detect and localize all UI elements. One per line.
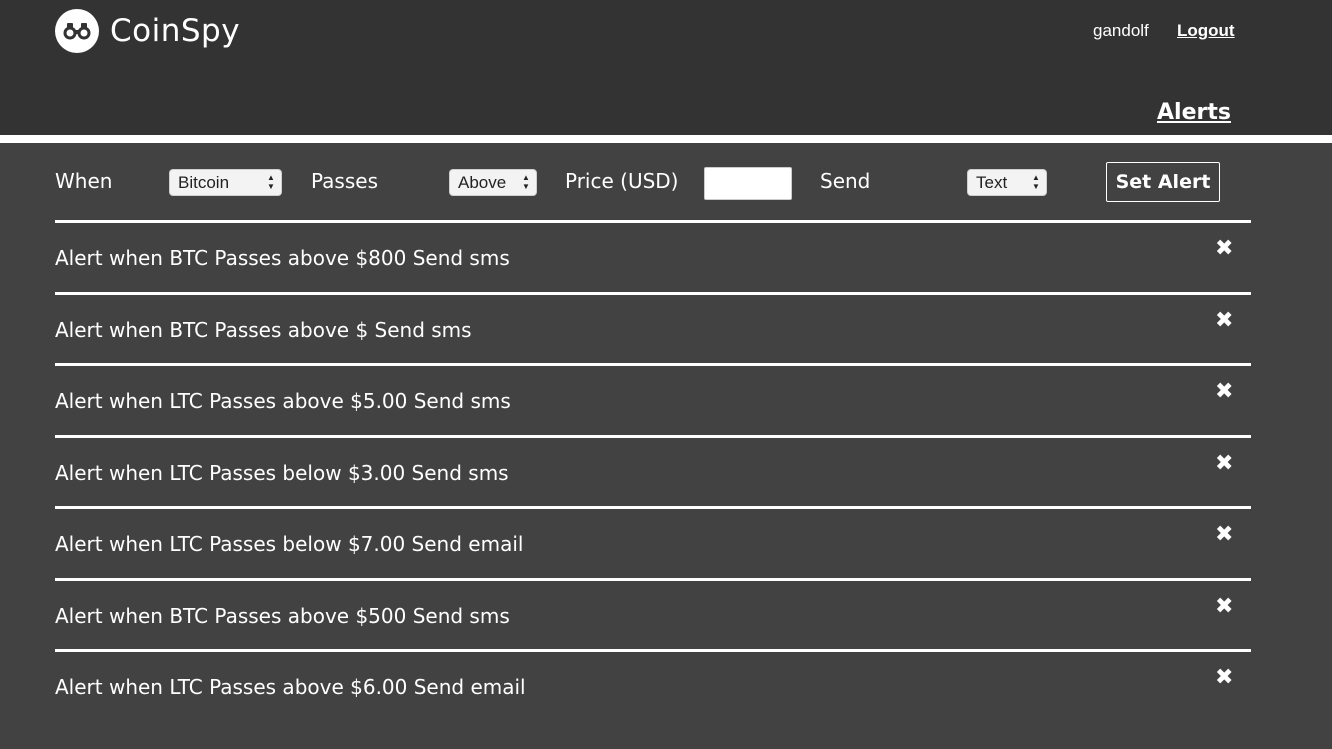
- top-header: CoinSpy gandolf Logout Alerts: [0, 0, 1332, 135]
- set-alert-button[interactable]: Set Alert: [1106, 162, 1220, 202]
- coin-select-value: Bitcoin: [178, 173, 230, 192]
- brand-logo[interactable]: CoinSpy: [55, 8, 240, 54]
- username-label: gandolf: [1093, 21, 1149, 40]
- alert-item: Alert when LTC Passes above $5.00 Send s…: [55, 363, 1251, 435]
- price-label: Price (USD): [565, 169, 679, 193]
- delete-alert-icon[interactable]: ✖: [1215, 667, 1233, 689]
- when-label: When: [55, 169, 113, 193]
- delete-alert-icon[interactable]: ✖: [1215, 524, 1233, 546]
- alert-item: Alert when LTC Passes above $6.00 Send e…: [55, 649, 1251, 721]
- direction-select-value: Above: [458, 173, 507, 192]
- alert-list: Alert when BTC Passes above $800 Send sm…: [55, 220, 1251, 721]
- delete-alert-icon[interactable]: ✖: [1215, 381, 1233, 403]
- price-input[interactable]: [704, 167, 792, 200]
- alert-item: Alert when BTC Passes above $ Send sms ✖: [55, 291, 1251, 364]
- send-label: Send: [820, 169, 871, 193]
- header-divider: [0, 135, 1332, 143]
- alert-text: Alert when BTC Passes above $800 Send sm…: [55, 246, 510, 270]
- select-arrows-icon: ▲ ▼: [1032, 173, 1040, 191]
- alert-item: Alert when BTC Passes above $800 Send sm…: [55, 220, 1251, 292]
- select-arrows-icon: ▲ ▼: [522, 173, 530, 191]
- alert-text: Alert when LTC Passes below $3.00 Send s…: [55, 460, 509, 485]
- alert-text: Alert when LTC Passes above $6.00 Send e…: [55, 675, 526, 699]
- delete-alert-icon[interactable]: ✖: [1215, 238, 1233, 260]
- logout-link[interactable]: Logout: [1177, 21, 1235, 41]
- alert-text: Alert when LTC Passes above $5.00 Send s…: [55, 389, 511, 413]
- alert-item: Alert when LTC Passes below $7.00 Send e…: [55, 506, 1251, 578]
- nav-alerts-link[interactable]: Alerts: [1157, 100, 1231, 125]
- alert-text: Alert when LTC Passes below $7.00 Send e…: [55, 532, 524, 556]
- brand-name: CoinSpy: [110, 13, 241, 49]
- alert-item: Alert when LTC Passes below $3.00 Send s…: [55, 434, 1251, 507]
- direction-select[interactable]: Above ▲ ▼: [449, 169, 537, 196]
- alert-text: Alert when BTC Passes above $ Send sms: [55, 317, 472, 342]
- send-method-select[interactable]: Text ▲ ▼: [967, 169, 1047, 196]
- alert-text: Alert when BTC Passes above $500 Send sm…: [55, 603, 510, 628]
- passes-label: Passes: [311, 169, 378, 193]
- delete-alert-icon[interactable]: ✖: [1215, 452, 1233, 475]
- coin-select[interactable]: Bitcoin ▲ ▼: [169, 169, 282, 196]
- delete-alert-icon[interactable]: ✖: [1215, 595, 1233, 618]
- select-arrows-icon: ▲ ▼: [267, 173, 275, 191]
- send-method-select-value: Text: [976, 173, 1008, 192]
- binoculars-icon: [55, 9, 99, 53]
- alert-form: When Bitcoin ▲ ▼ Passes Above ▲ ▼ Price (U…: [55, 160, 1255, 204]
- alert-item: Alert when BTC Passes above $500 Send sm…: [55, 577, 1251, 650]
- delete-alert-icon[interactable]: ✖: [1215, 309, 1233, 332]
